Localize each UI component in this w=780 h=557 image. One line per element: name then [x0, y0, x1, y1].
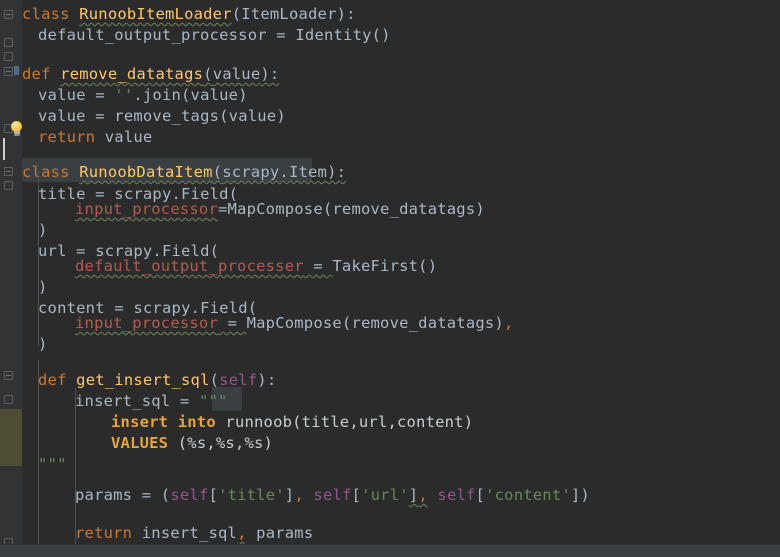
token-triple-quote-close: """: [38, 455, 67, 473]
token-variable-params: params: [256, 524, 314, 542]
vcs-change-marker[interactable]: [14, 66, 19, 75]
code-editor[interactable]: class RunoobItemLoader(ItemLoader): defa…: [0, 0, 780, 557]
token-punct: ):: [260, 65, 280, 83]
token-string-content: 'content': [485, 486, 571, 504]
fold-marker-line-10[interactable]: [4, 181, 13, 190]
code-line[interactable]: VALUES (%s,%s,%s): [111, 429, 273, 458]
token-operator: = (: [132, 486, 171, 504]
fold-marker-line-2[interactable]: [4, 38, 13, 47]
token-call-mapcompose: MapCompose(remove_datatags): [227, 200, 485, 218]
fold-marker-line-4[interactable]: [4, 67, 13, 76]
fold-marker-line-1[interactable]: [4, 10, 13, 19]
token-keyword-return: return: [38, 128, 96, 146]
indent-guide: [38, 171, 39, 346]
sql-injection-gutter-highlight: [0, 409, 22, 467]
token-self: self: [170, 486, 209, 504]
token-variable: value: [104, 128, 153, 146]
fold-marker-line-9[interactable]: [4, 167, 13, 176]
token-comma: ,: [503, 314, 514, 332]
token-keyword-return: return: [75, 524, 133, 542]
token-self: self: [313, 486, 352, 504]
code-line[interactable]: input_processor = MapCompose(remove_data…: [75, 309, 514, 338]
token-sql-keyword-values: VALUES: [111, 434, 169, 452]
token-punct: [: [475, 486, 486, 504]
token-punct: ]: [284, 486, 295, 504]
token-operator: =: [217, 200, 228, 218]
token-comma: ,: [237, 524, 247, 542]
token-punct: ):: [327, 163, 347, 181]
token-punct: ):: [257, 371, 277, 389]
token-operator: =: [217, 314, 247, 332]
token-comma: ,: [418, 486, 428, 504]
code-line[interactable]: default_output_processer = TakeFirst(): [75, 252, 437, 281]
code-line[interactable]: return value: [38, 123, 152, 152]
token-keyword-def: def: [38, 371, 67, 389]
fold-marker-line-21[interactable]: [4, 395, 13, 404]
token-punct: ]: [408, 486, 419, 504]
text-caret: [3, 138, 5, 160]
token-punct: ]): [570, 486, 590, 504]
token-operator: =: [266, 26, 296, 44]
token-sql-placeholders: (%s,%s,%s): [177, 434, 274, 452]
token-comma: ,: [294, 486, 304, 504]
token-kwarg-default-output-processer: default_output_processer: [75, 257, 304, 275]
token-punct: [: [208, 486, 219, 504]
fold-marker-line-3[interactable]: [4, 52, 13, 61]
editor-bottom-strip: [0, 544, 780, 557]
token-call-takefirst: TakeFirst(): [332, 257, 438, 275]
token-base-class: scrapy.Item: [222, 163, 328, 181]
code-line[interactable]: input_processor=MapCompose(remove_datata…: [75, 195, 485, 224]
token-field-url: url: [38, 242, 67, 260]
token-operator: =: [303, 257, 333, 275]
code-line[interactable]: ): [38, 330, 48, 359]
token-string-title: 'title': [218, 486, 285, 504]
token-keyword-class: class: [22, 163, 70, 181]
token-punct: [: [351, 486, 362, 504]
token-punct-close: ): [38, 335, 48, 353]
code-line[interactable]: default_output_processor = Identity(): [38, 21, 391, 50]
code-line[interactable]: """: [38, 450, 67, 479]
token-class-name: RunoobDataItem: [79, 163, 213, 181]
fold-marker-line-20[interactable]: [4, 371, 13, 380]
code-content[interactable]: class RunoobItemLoader(ItemLoader): defa…: [3, 0, 780, 545]
token-call-identity: Identity(): [295, 26, 391, 44]
token-variable-insert-sql: insert_sql: [141, 524, 238, 542]
token-variable-params: params: [75, 486, 133, 504]
token-string-url: 'url': [361, 486, 409, 504]
token-self: self: [437, 486, 476, 504]
token-punct: (: [212, 163, 223, 181]
intention-bulb-icon[interactable]: [9, 121, 24, 138]
token-call-mapcompose: MapCompose(remove_datatags): [246, 314, 504, 332]
editor-gutter[interactable]: [0, 0, 22, 557]
token-attribute: default_output_processor: [38, 26, 267, 44]
token-kwarg-input-processor: input_processor: [75, 200, 218, 218]
token-kwarg-input-processor: input_processor: [75, 314, 218, 332]
code-line[interactable]: params = (self['title'], self['url'], se…: [75, 481, 590, 510]
